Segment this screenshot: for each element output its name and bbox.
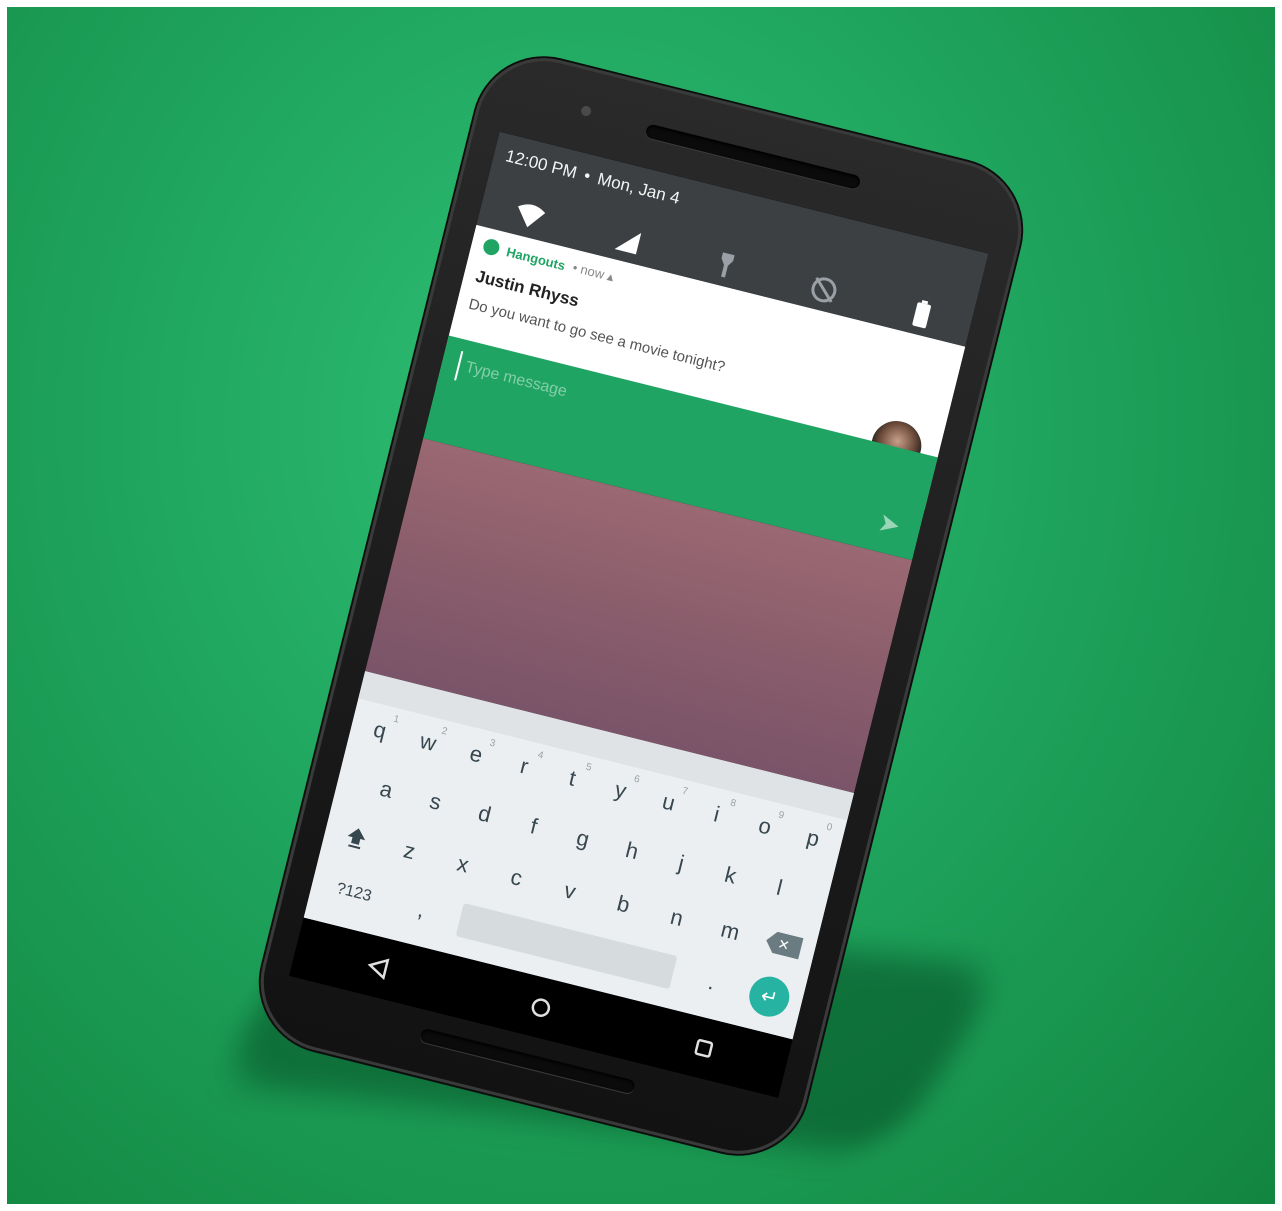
front-camera <box>580 104 593 118</box>
key-j[interactable]: j <box>655 839 707 888</box>
key-o[interactable]: 9o <box>739 802 791 851</box>
key-d[interactable]: d <box>458 790 510 839</box>
key-p[interactable]: 0p <box>787 814 839 863</box>
do-not-disturb-off-icon[interactable] <box>806 272 842 308</box>
key-q[interactable]: 1q <box>354 706 406 755</box>
key-s[interactable]: s <box>409 777 461 826</box>
notification-time: • now ▴ <box>571 259 616 285</box>
back-icon[interactable] <box>354 943 402 991</box>
enter-icon[interactable]: ↵ <box>745 972 794 1021</box>
key-y[interactable]: 6y <box>594 766 646 815</box>
key-n[interactable]: n <box>651 893 703 942</box>
key-x[interactable]: x <box>437 840 489 889</box>
hangouts-icon <box>481 237 502 257</box>
status-date: Mon, Jan 4 <box>595 169 682 208</box>
key-w[interactable]: 2w <box>402 718 454 767</box>
key-l[interactable]: l <box>753 863 805 912</box>
key-k[interactable]: k <box>704 851 756 900</box>
key-i[interactable]: 8i <box>691 790 743 839</box>
phone-screen: 12:00 PM • Mon, Jan 4 Hangouts • now ▴ J… <box>289 131 989 1098</box>
send-icon[interactable]: ➤ <box>875 506 903 541</box>
home-icon[interactable] <box>517 983 565 1031</box>
key-m[interactable]: m <box>704 907 756 956</box>
notification-app-name: Hangouts <box>505 243 567 273</box>
backspace-icon: ✕ <box>764 930 804 960</box>
key-v[interactable]: v <box>544 867 596 916</box>
status-separator: • <box>582 165 593 186</box>
key-u[interactable]: 7u <box>642 778 694 827</box>
key-t[interactable]: 5t <box>546 754 598 803</box>
key-e[interactable]: 3e <box>450 730 502 779</box>
key-r[interactable]: 4r <box>498 742 550 791</box>
key-b[interactable]: b <box>597 880 649 929</box>
key-f[interactable]: f <box>508 802 560 851</box>
symbols-key[interactable]: ?123 <box>320 866 388 919</box>
period-key[interactable]: . <box>685 958 737 1007</box>
key-g[interactable]: g <box>557 814 609 863</box>
key-c[interactable]: c <box>490 853 542 902</box>
comma-key[interactable]: , <box>395 885 447 934</box>
flashlight-icon[interactable] <box>708 247 744 283</box>
status-time: 12:00 PM <box>503 146 579 183</box>
key-z[interactable]: z <box>383 827 435 876</box>
key-h[interactable]: h <box>606 826 658 875</box>
key-a[interactable]: a <box>360 765 412 814</box>
shift-icon[interactable] <box>330 813 382 862</box>
wifi-icon[interactable] <box>512 198 548 234</box>
backspace-key[interactable]: ✕ <box>758 920 810 969</box>
recents-icon[interactable] <box>680 1024 728 1072</box>
battery-icon[interactable] <box>903 296 939 332</box>
cell-signal-icon[interactable] <box>610 223 646 259</box>
